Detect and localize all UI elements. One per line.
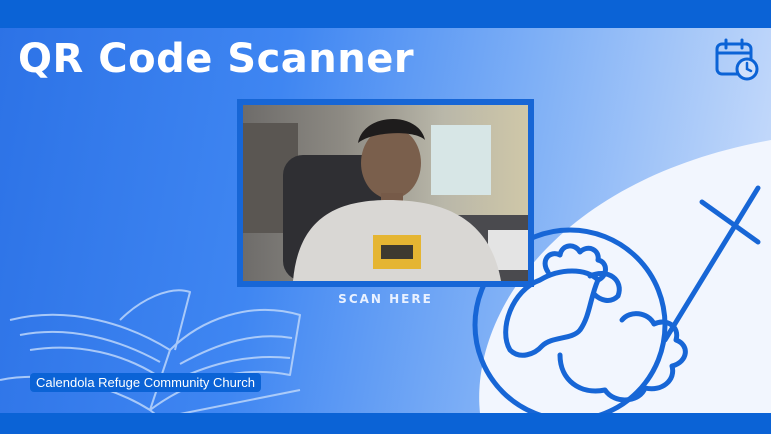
calendar-clock-icon[interactable] [714,38,760,82]
camera-feed[interactable] [237,99,534,287]
church-name-badge: Calendola Refuge Community Church [30,373,261,392]
webcam-preview-image [243,105,528,281]
bottom-bar [0,413,771,434]
top-bar [0,0,771,28]
page-title: QR Code Scanner [18,36,415,82]
scan-here-label: SCAN HERE [338,292,433,306]
